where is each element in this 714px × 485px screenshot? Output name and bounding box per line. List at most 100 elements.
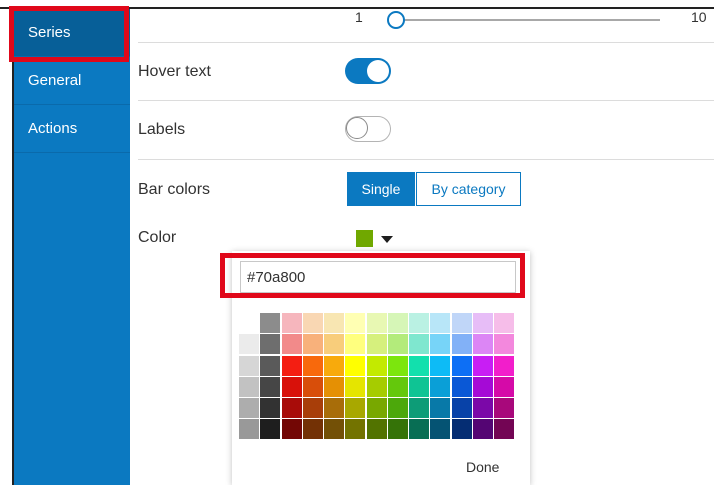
color-swatch-cell[interactable] xyxy=(494,376,514,397)
color-swatch-cell[interactable] xyxy=(387,313,408,333)
color-swatch-cell[interactable] xyxy=(302,419,323,440)
color-swatch-cell[interactable] xyxy=(260,376,281,397)
color-swatch-cell[interactable] xyxy=(430,355,451,376)
color-swatch-cell[interactable] xyxy=(387,334,408,355)
color-swatch-cell[interactable] xyxy=(302,313,323,333)
color-swatch-cell[interactable] xyxy=(239,419,259,440)
chevron-down-icon[interactable] xyxy=(381,236,393,243)
color-swatch-cell[interactable] xyxy=(472,398,493,418)
color-swatch-cell[interactable] xyxy=(409,398,429,418)
color-swatch-cell[interactable] xyxy=(366,419,387,440)
labels-toggle[interactable] xyxy=(345,116,391,142)
toggle-knob xyxy=(346,117,368,139)
color-swatch-cell[interactable] xyxy=(281,398,302,418)
color-swatch-cell[interactable] xyxy=(494,419,514,440)
color-swatch-cell[interactable] xyxy=(409,355,429,376)
color-swatch-cell[interactable] xyxy=(260,313,281,333)
color-swatch-cell[interactable] xyxy=(281,334,302,355)
color-swatch-cell[interactable] xyxy=(430,398,451,418)
color-swatch-cell[interactable] xyxy=(324,313,344,333)
color-swatch-cell[interactable] xyxy=(430,313,451,333)
color-swatch-cell[interactable] xyxy=(281,355,302,376)
divider xyxy=(138,159,714,160)
color-swatch-cell[interactable] xyxy=(345,376,366,397)
sidebar-item-general[interactable]: General xyxy=(14,57,130,105)
color-swatch-cell[interactable] xyxy=(324,419,344,440)
color-swatch-cell[interactable] xyxy=(451,376,472,397)
color-swatch-cell[interactable] xyxy=(387,376,408,397)
bar-colors-label: Bar colors xyxy=(138,181,211,198)
color-swatch-cell[interactable] xyxy=(494,313,514,333)
by-category-label: By category xyxy=(431,181,506,197)
color-swatch-cell[interactable] xyxy=(345,398,366,418)
color-swatch-cell[interactable] xyxy=(472,355,493,376)
color-swatch-cell[interactable] xyxy=(302,376,323,397)
size-slider-thumb[interactable] xyxy=(387,11,405,29)
color-swatch-cell[interactable] xyxy=(409,419,429,440)
color-swatch-cell[interactable] xyxy=(345,334,366,355)
slider-min-label: 1 xyxy=(355,9,363,25)
color-swatch-cell[interactable] xyxy=(302,334,323,355)
color-swatch-cell[interactable] xyxy=(494,398,514,418)
color-swatch-cell[interactable] xyxy=(281,376,302,397)
color-picker-popover: Done xyxy=(232,251,530,485)
divider xyxy=(138,42,714,43)
color-swatch-cell[interactable] xyxy=(494,355,514,376)
color-swatch-cell[interactable] xyxy=(366,376,387,397)
color-swatch-cell[interactable] xyxy=(302,398,323,418)
color-swatch-cell[interactable] xyxy=(430,334,451,355)
color-swatch-cell[interactable] xyxy=(324,334,344,355)
sidebar-item-label: Series xyxy=(28,24,71,41)
color-swatch-cell[interactable] xyxy=(430,376,451,397)
color-swatch-cell[interactable] xyxy=(387,419,408,440)
color-label: Color xyxy=(138,229,177,246)
color-swatch-cell[interactable] xyxy=(494,334,514,355)
done-button[interactable]: Done xyxy=(466,459,499,475)
color-swatch-cell[interactable] xyxy=(472,313,493,333)
color-swatch-cell[interactable] xyxy=(239,376,259,397)
color-swatch-cell[interactable] xyxy=(239,334,259,355)
color-swatch-cell[interactable] xyxy=(366,355,387,376)
color-swatch-cell[interactable] xyxy=(324,398,344,418)
color-swatch-cell[interactable] xyxy=(409,313,429,333)
color-swatch-cell[interactable] xyxy=(281,419,302,440)
color-swatch-cell[interactable] xyxy=(451,313,472,333)
single-color-button[interactable]: Single xyxy=(347,172,415,206)
by-category-button[interactable]: By category xyxy=(416,172,521,206)
color-swatch-cell[interactable] xyxy=(472,419,493,440)
hex-color-input[interactable] xyxy=(240,261,516,293)
color-swatch-cell[interactable] xyxy=(345,419,366,440)
color-swatch-cell[interactable] xyxy=(430,419,451,440)
color-swatch-cell[interactable] xyxy=(239,398,259,418)
color-swatch-cell[interactable] xyxy=(472,376,493,397)
color-swatch-cell[interactable] xyxy=(451,355,472,376)
color-swatch-cell[interactable] xyxy=(239,313,259,333)
color-swatch-cell[interactable] xyxy=(239,355,259,376)
size-slider-track[interactable] xyxy=(396,19,660,21)
color-swatch-cell[interactable] xyxy=(260,355,281,376)
color-swatch[interactable] xyxy=(356,230,373,247)
color-swatch-cell[interactable] xyxy=(345,355,366,376)
color-swatch-cell[interactable] xyxy=(366,313,387,333)
color-swatch-cell[interactable] xyxy=(345,313,366,333)
sidebar-item-series[interactable]: Series xyxy=(14,9,130,57)
color-swatch-cell[interactable] xyxy=(409,376,429,397)
color-swatch-cell[interactable] xyxy=(324,355,344,376)
color-swatch-cell[interactable] xyxy=(366,334,387,355)
color-swatch-cell[interactable] xyxy=(387,355,408,376)
color-swatch-cell[interactable] xyxy=(409,334,429,355)
color-swatch-cell[interactable] xyxy=(260,419,281,440)
color-swatch-cell[interactable] xyxy=(387,398,408,418)
color-swatch-cell[interactable] xyxy=(472,334,493,355)
hover-text-toggle[interactable] xyxy=(345,58,391,84)
color-swatch-cell[interactable] xyxy=(451,419,472,440)
sidebar-item-actions[interactable]: Actions xyxy=(14,105,130,153)
color-swatch-cell[interactable] xyxy=(302,355,323,376)
color-swatch-cell[interactable] xyxy=(451,398,472,418)
color-swatch-cell[interactable] xyxy=(324,376,344,397)
color-swatch-cell[interactable] xyxy=(451,334,472,355)
color-swatch-cell[interactable] xyxy=(260,398,281,418)
color-swatch-cell[interactable] xyxy=(260,334,281,355)
color-swatch-cell[interactable] xyxy=(281,313,302,333)
color-swatch-cell[interactable] xyxy=(366,398,387,418)
